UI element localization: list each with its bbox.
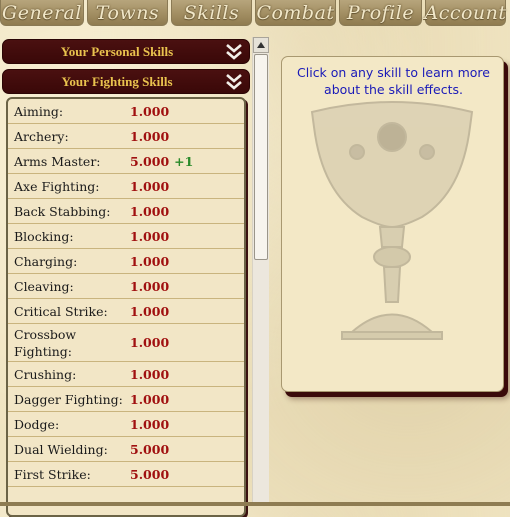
skill-value: 1.000 bbox=[130, 203, 170, 219]
skill-name: First Strike: bbox=[14, 466, 91, 482]
skill-row[interactable]: Crossbow Fighting: 1.000 bbox=[8, 324, 244, 362]
skill-bonus: +1 bbox=[174, 153, 194, 169]
double-chevron-down-icon[interactable] bbox=[225, 43, 243, 61]
goblet-icon bbox=[310, 101, 474, 340]
skill-row[interactable]: Dual Wielding: 5.000 bbox=[8, 437, 244, 462]
fighting-skills-header[interactable]: Your Fighting Skills bbox=[2, 69, 250, 94]
skill-row[interactable]: Cleaving: 1.000 bbox=[8, 274, 244, 299]
skill-name: Aiming: bbox=[14, 103, 64, 119]
bottom-border bbox=[0, 502, 510, 506]
info-instruction-text: Click on any skill to learn more about t… bbox=[297, 65, 490, 97]
skill-value: 5.000 bbox=[130, 441, 170, 457]
skill-value: 1.000 bbox=[130, 416, 170, 432]
skill-row[interactable]: Dodge: 1.000 bbox=[8, 412, 244, 437]
skill-row[interactable]: Back Stabbing: 1.000 bbox=[8, 199, 244, 224]
skill-value: 1.000 bbox=[130, 335, 170, 350]
scroll-thumb[interactable] bbox=[254, 54, 268, 260]
skill-row[interactable]: Crushing: 1.000 bbox=[8, 362, 244, 387]
skill-row[interactable]: First Strike: 5.000 bbox=[8, 462, 244, 487]
skill-name: Back Stabbing: bbox=[14, 203, 111, 219]
skill-name: Dagger Fighting: bbox=[14, 391, 123, 407]
skill-info-panel: Click on any skill to learn more about t… bbox=[281, 56, 504, 392]
skill-value: 1.000 bbox=[130, 178, 170, 194]
skill-name: Critical Strike: bbox=[14, 303, 108, 319]
skill-row[interactable]: Axe Fighting: 1.000 bbox=[8, 174, 244, 199]
skill-value: 5.000 bbox=[130, 153, 170, 169]
skill-name: Dodge: bbox=[14, 416, 60, 432]
skill-value: 1.000 bbox=[130, 278, 170, 294]
fighting-skills-label: Your Fighting Skills bbox=[61, 73, 173, 89]
tab-towns[interactable]: Towns bbox=[87, 0, 168, 26]
skill-row[interactable]: Charging: 1.000 bbox=[8, 249, 244, 274]
skill-value: 1.000 bbox=[130, 303, 170, 319]
skill-name: Crossbow Fighting: bbox=[14, 326, 77, 359]
tab-profile[interactable]: Profile bbox=[339, 0, 422, 26]
arrow-up-icon bbox=[257, 42, 265, 48]
skill-name: Blocking: bbox=[14, 228, 74, 244]
scroll-up-button[interactable] bbox=[253, 37, 269, 53]
skill-name: Cleaving: bbox=[14, 278, 74, 294]
skill-value: 1.000 bbox=[130, 253, 170, 269]
skill-value: 1.000 bbox=[130, 103, 170, 119]
personal-skills-label: Your Personal Skills bbox=[60, 43, 174, 59]
skill-value: 1.000 bbox=[130, 366, 170, 382]
skills-panel: Your Personal Skills Your Fighting Skill… bbox=[0, 36, 252, 517]
skill-name: Crushing: bbox=[14, 366, 77, 382]
skill-name: Axe Fighting: bbox=[14, 178, 100, 194]
skill-value: 1.000 bbox=[130, 128, 170, 144]
skill-row[interactable]: Critical Strike: 1.000 bbox=[8, 299, 244, 324]
skill-value: 1.000 bbox=[130, 391, 170, 407]
personal-skills-header[interactable]: Your Personal Skills bbox=[2, 39, 250, 64]
skill-row[interactable]: Archery: 1.000 bbox=[8, 124, 244, 149]
skill-row[interactable]: Blocking: 1.000 bbox=[8, 224, 244, 249]
tab-general[interactable]: General bbox=[0, 0, 84, 26]
tab-account[interactable]: Account bbox=[424, 0, 506, 26]
fighting-skills-list: Aiming: 1.000 Archery: 1.000 Arms Master… bbox=[6, 97, 246, 517]
skill-row[interactable]: Dagger Fighting: 1.000 bbox=[8, 387, 244, 412]
skill-name: Archery: bbox=[14, 128, 69, 144]
top-tab-bar: General Towns Skills Combat Profile Acco… bbox=[0, 0, 510, 28]
skill-name: Dual Wielding: bbox=[14, 441, 108, 457]
skill-name: Arms Master: bbox=[14, 153, 101, 169]
tab-combat[interactable]: Combat bbox=[255, 0, 336, 26]
skill-row[interactable]: Arms Master: 5.000 +1 bbox=[8, 149, 244, 174]
skill-value: 1.000 bbox=[130, 228, 170, 244]
scrollbar[interactable] bbox=[252, 37, 269, 506]
skill-value: 5.000 bbox=[130, 466, 170, 482]
skill-name: Charging: bbox=[14, 253, 78, 269]
skill-row[interactable]: Aiming: 1.000 bbox=[8, 99, 244, 124]
double-chevron-down-icon[interactable] bbox=[225, 73, 243, 91]
tab-skills[interactable]: Skills bbox=[171, 0, 252, 26]
